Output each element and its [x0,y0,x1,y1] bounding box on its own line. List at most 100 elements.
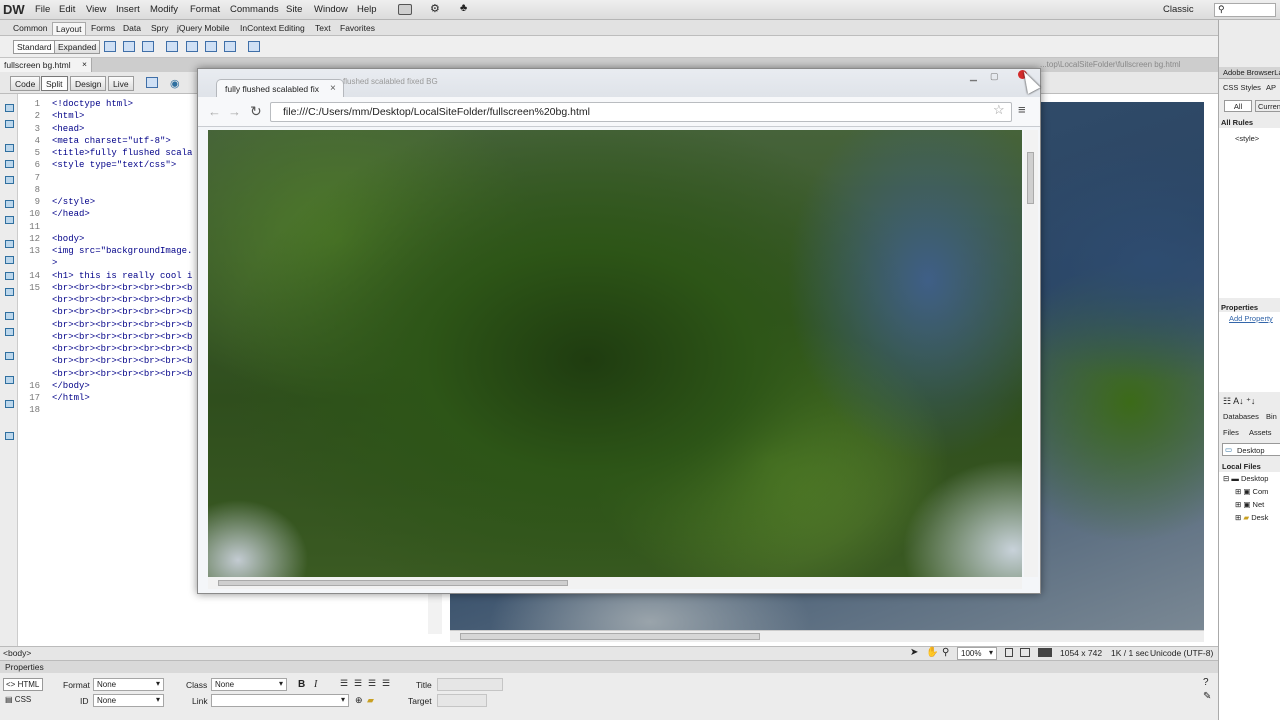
menu-view[interactable]: View [86,4,106,15]
remove-comment-icon[interactable] [5,328,14,336]
fluid-grid-icon[interactable] [123,41,135,52]
recent-snippets-icon[interactable] [5,376,14,384]
code-line[interactable] [52,404,192,416]
add-property-link[interactable]: Add Property [1229,314,1273,323]
code-line[interactable] [52,184,192,196]
column-icon[interactable] [205,41,217,52]
live-view-button[interactable]: Live [108,76,134,91]
forward-arrow-icon[interactable]: → [228,104,241,119]
tree-item-network[interactable]: ⊞ ▣ Net [1235,500,1264,509]
ordered-list-icon[interactable]: ☰ [354,678,362,689]
menu-window[interactable]: Window [314,4,348,15]
code-line[interactable]: <!doctype html> [52,98,192,110]
zoom-icon[interactable]: ⚲ [942,647,949,658]
tab-data[interactable]: Data [120,22,144,35]
bookmark-star-icon[interactable]: ☆ [993,102,1005,118]
hand-icon[interactable]: ✋ [926,647,938,658]
code-line[interactable]: <br><br><br><br><br><br><b [52,306,192,318]
format-source-icon[interactable] [5,432,14,440]
tree-item-desktop[interactable]: ⊟ ▬ Desktop [1223,474,1268,483]
browser-title-bar[interactable]: fully flushed scalabled fix × flushed sc… [198,69,1040,98]
code-line[interactable]: </html> [52,392,192,404]
browser-window[interactable]: fully flushed scalabled fix × flushed sc… [197,68,1041,594]
id-select[interactable]: None [93,694,164,707]
menu-help[interactable]: Help [357,4,377,15]
standard-button[interactable]: Standard [13,40,56,54]
code-line[interactable]: > [52,257,192,269]
move-css-icon[interactable] [5,400,14,408]
site-select[interactable]: ▭ Desktop [1222,443,1280,456]
workspace-switcher[interactable]: Classic [1163,4,1194,15]
mobile-size-icon[interactable] [1005,648,1013,657]
line-numbers-icon[interactable] [5,240,14,248]
target-select[interactable] [437,694,487,707]
css-view-icons[interactable]: ☷ A↓ ⁺↓ [1223,396,1255,407]
indent-icon[interactable]: ☰ [382,678,390,689]
code-line[interactable]: <head> [52,123,192,135]
title-input[interactable] [437,678,503,691]
desktop-size-icon[interactable] [1038,648,1052,657]
ap-div-icon[interactable] [142,41,154,52]
tab-ap-elements[interactable]: AP [1266,83,1276,92]
browserlab-panel-title[interactable]: Adobe BrowserLa [1219,67,1280,79]
expanded-button[interactable]: Expanded [54,40,101,54]
code-line[interactable]: <style type="text/css"> [52,159,192,171]
tab-incontext-editing[interactable]: InContext Editing [237,22,308,35]
code-line[interactable]: <br><br><br><br><br><br><b [52,343,192,355]
collapse-tag-icon[interactable] [5,144,14,152]
open-documents-icon[interactable] [5,104,14,112]
minimize-icon[interactable]: ▁ [970,71,977,82]
collapse-selection-icon[interactable] [5,160,14,168]
tree-item-desk-folder[interactable]: ⊞ ▰ Desk [1235,513,1268,522]
browser-menu-icon[interactable]: ≡ [1018,102,1026,117]
tab-bindings[interactable]: Bin [1266,412,1277,421]
code-line[interactable]: <body> [52,233,192,245]
preview-browser-icon[interactable]: ◉ [170,77,180,90]
tab-jquery-mobile[interactable]: jQuery Mobile [174,22,232,35]
current-button[interactable]: Curren [1255,100,1280,112]
apply-comment-icon[interactable] [5,312,14,320]
css-mode-button[interactable]: ▤ CSS [3,694,43,707]
tab-assets[interactable]: Assets [1249,428,1272,437]
code-line[interactable]: <br><br><br><br><br><br><b [52,282,192,294]
scrollbar-thumb[interactable] [1027,152,1034,204]
design-horizontal-scrollbar[interactable] [450,630,1204,642]
code-line[interactable]: </body> [52,380,192,392]
row-above-icon[interactable] [186,41,198,52]
frames-icon[interactable] [224,41,236,52]
site-icon[interactable]: ♣ [460,2,467,14]
auto-indent-icon[interactable] [5,288,14,296]
multiscreen-icon[interactable] [146,77,158,88]
code-line[interactable]: <br><br><br><br><br><br><b [52,368,192,380]
code-editor[interactable]: <!doctype html> <html> <head> <meta charset… [52,98,192,417]
code-line[interactable]: </head> [52,208,192,220]
tab-forms[interactable]: Forms [88,22,118,35]
code-line[interactable]: <html> [52,110,192,122]
code-view-button[interactable]: Code [10,76,41,91]
code-line[interactable]: <h1> this is really cool i [52,270,192,282]
code-line[interactable] [52,221,192,233]
menu-edit[interactable]: Edit [59,4,75,15]
point-to-file-icon[interactable]: ⊕ [355,695,363,706]
menu-site[interactable]: Site [286,4,302,15]
code-line[interactable]: <br><br><br><br><br><br><b [52,294,192,306]
div-icon[interactable] [104,41,116,52]
all-button[interactable]: All [1224,100,1252,112]
code-line[interactable]: <title>fully flushed scala [52,147,192,159]
highlight-invalid-icon[interactable] [5,256,14,264]
code-line[interactable]: </style> [52,196,192,208]
bold-button[interactable]: B [298,679,305,690]
tab-common[interactable]: Common [10,22,50,35]
tab-favorites[interactable]: Favorites [337,22,378,35]
menu-insert[interactable]: Insert [116,4,140,15]
code-line[interactable] [52,172,192,184]
gear-icon[interactable]: ⚙ [430,2,440,15]
syntax-coloring-icon[interactable] [5,272,14,280]
tab-layout[interactable]: Layout [52,22,86,35]
class-select[interactable]: None [211,678,287,691]
unordered-list-icon[interactable]: ☰ [340,678,348,689]
code-line[interactable]: <br><br><br><br><br><br><b [52,319,192,331]
reload-icon[interactable]: ↻ [250,103,262,120]
table-icon[interactable] [166,41,178,52]
tab-spry[interactable]: Spry [148,22,171,35]
